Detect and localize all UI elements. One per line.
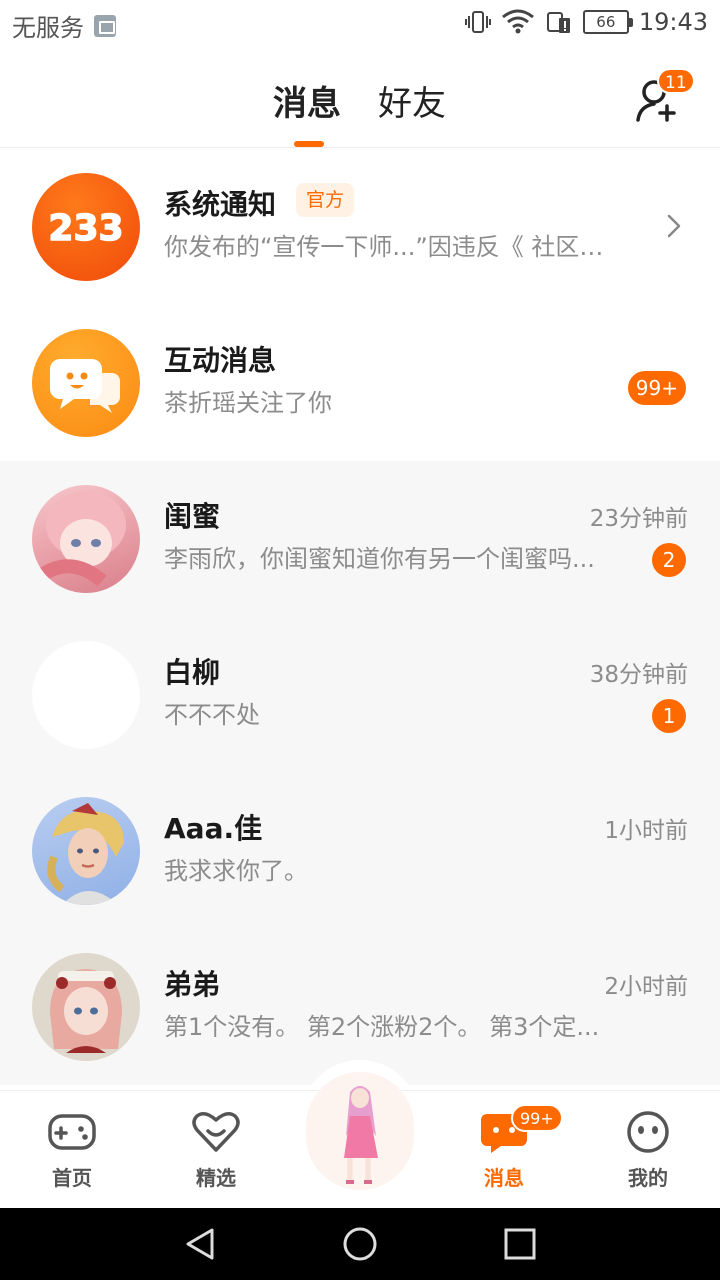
home-icon[interactable] bbox=[342, 1226, 378, 1262]
add-friend-badge: 11 bbox=[657, 68, 695, 94]
active-tab-indicator bbox=[294, 141, 324, 147]
system-nav-bar bbox=[0, 1208, 720, 1280]
conversation-time: 23分钟前 bbox=[589, 506, 688, 532]
battery-saver-icon bbox=[546, 12, 570, 33]
chevron-right-icon bbox=[667, 214, 681, 238]
unread-badge: 2 bbox=[652, 543, 686, 577]
conversation-name: 弟弟 bbox=[164, 968, 221, 1001]
tab-friends[interactable]: 好友 bbox=[378, 76, 446, 125]
header: 消息 好友 bbox=[0, 50, 720, 148]
center-character-button[interactable] bbox=[306, 1072, 414, 1190]
conversation-name: 白柳 bbox=[164, 656, 221, 689]
conversation-name: 互动消息 bbox=[164, 344, 277, 377]
back-icon[interactable] bbox=[182, 1226, 218, 1262]
system-avatar: 233 bbox=[32, 173, 140, 281]
conversation-interactions[interactable]: 互动消息 茶折瑶关注了你 99+ bbox=[0, 305, 720, 461]
conversation-preview: 李雨欣，你闺蜜知道你有另一个闺蜜吗... bbox=[164, 545, 595, 573]
nav-label: 精选 bbox=[196, 1166, 236, 1190]
nav-label: 我的 bbox=[628, 1166, 668, 1190]
conversation-preview: 我求求你了。 bbox=[164, 857, 308, 885]
conversation-time: 38分钟前 bbox=[589, 662, 688, 688]
conversation-name: 闺蜜 bbox=[164, 500, 221, 533]
conversation-preview: 你发布的“宣传一下师...”因违反《 社区行为... bbox=[164, 233, 624, 261]
unread-badge: 1 bbox=[652, 699, 686, 733]
nav-home[interactable]: 首页 bbox=[22, 1110, 122, 1191]
conversation-preview: 第1个没有。 第2个涨粉2个。 第3个定... bbox=[164, 1013, 600, 1041]
conversation-row[interactable]: 白柳 38分钟前 不不不处 1 bbox=[0, 617, 720, 773]
conversation-name: Aaa.佳 bbox=[164, 812, 263, 845]
conversation-row[interactable]: 闺蜜 23分钟前 李雨欣，你闺蜜知道你有另一个闺蜜吗... 2 bbox=[0, 461, 720, 617]
battery-level: 66 bbox=[596, 13, 616, 31]
nav-label: 首页 bbox=[52, 1166, 92, 1190]
status-right: 66 19:43 bbox=[464, 8, 708, 36]
conversation-preview: 不不不处 bbox=[164, 701, 260, 729]
logo-233-icon: 233 bbox=[48, 207, 125, 250]
conversation-time: 1小时前 bbox=[604, 818, 688, 844]
unread-badge: 99+ bbox=[627, 371, 686, 405]
avatar bbox=[32, 953, 140, 1061]
clock: 19:43 bbox=[638, 8, 708, 36]
nav-label: 消息 bbox=[484, 1166, 524, 1190]
tab-messages[interactable]: 消息 bbox=[273, 76, 341, 125]
status-bar: 无服务 66 19:43 bbox=[0, 0, 720, 50]
gamepad-icon bbox=[48, 1114, 96, 1150]
character-avatar bbox=[47, 803, 124, 905]
conversation-preview: 茶折瑶关注了你 bbox=[164, 389, 332, 417]
carrier-text: 无服务 bbox=[12, 14, 84, 42]
vibrate-icon bbox=[464, 11, 491, 33]
logo-233-text: 233 bbox=[48, 208, 123, 249]
conversation-name: 系统通知 bbox=[164, 188, 277, 221]
official-tag: 官方 bbox=[296, 183, 355, 217]
nav-profile[interactable]: 我的 bbox=[598, 1110, 698, 1191]
interaction-avatar bbox=[32, 329, 140, 437]
avatar bbox=[32, 485, 140, 593]
face-icon bbox=[627, 1111, 669, 1153]
conversation-row[interactable]: Aaa.佳 1小时前 我求求你了。 bbox=[0, 773, 720, 929]
messages-badge: 99+ bbox=[511, 1104, 563, 1132]
anime-girl-avatar bbox=[38, 491, 126, 587]
character-figure bbox=[344, 1086, 378, 1184]
nav-featured[interactable]: 精选 bbox=[166, 1110, 266, 1191]
conversation-system-notice[interactable]: 233 系统通知 官方 你发布的“宣传一下师...”因违反《 社区行为... bbox=[0, 149, 720, 305]
conversation-time: 2小时前 bbox=[604, 974, 688, 1000]
recents-icon[interactable] bbox=[502, 1226, 538, 1262]
image-icon bbox=[94, 14, 116, 37]
status-left: 无服务 bbox=[12, 8, 116, 43]
avatar bbox=[32, 797, 140, 905]
wifi-icon bbox=[501, 9, 534, 34]
character-avatar bbox=[50, 969, 122, 1053]
chat-smile-icon bbox=[50, 359, 120, 413]
heart-icon bbox=[192, 1112, 240, 1152]
battery-icon: 66 bbox=[582, 10, 633, 34]
avatar bbox=[32, 641, 140, 749]
